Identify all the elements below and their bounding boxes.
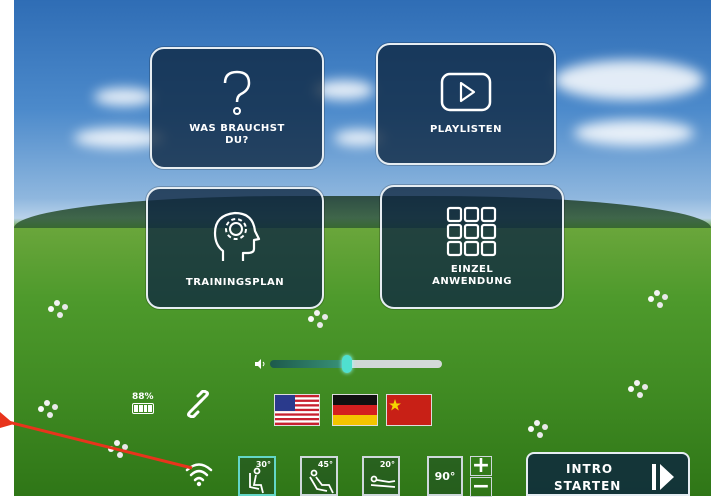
angle-display: 90° [427, 456, 463, 496]
flowers [634, 380, 640, 386]
seat-reclined-icon [309, 469, 334, 494]
volume-slider[interactable] [270, 355, 442, 373]
tile-label: TRAININGSPLAN [185, 277, 285, 288]
tree-line [14, 196, 711, 228]
flowers [654, 290, 660, 296]
speaker-icon [255, 359, 265, 369]
tile-label: ANWENDUNG [432, 276, 512, 287]
grid-icon [446, 206, 497, 257]
play-icon [440, 72, 492, 112]
flag-germany-button[interactable] [332, 394, 378, 426]
angle-decrease-button[interactable]: − [470, 476, 492, 498]
link-icon[interactable] [184, 390, 212, 418]
flag-usa-button[interactable] [274, 394, 320, 426]
intro-starten-button[interactable]: INTRO STARTEN [526, 452, 690, 496]
einzel-anwendung-tile[interactable]: EINZEL ANWENDUNG [380, 185, 564, 309]
tile-label: WAS BRAUCHST [189, 123, 285, 134]
seat-position-45-button[interactable]: 45° [300, 456, 338, 496]
cloud [574, 120, 694, 146]
seat-position-20-button[interactable]: 20° [362, 456, 400, 496]
playlisten-tile[interactable]: PLAYLISTEN [376, 43, 556, 165]
tile-label: PLAYLISTEN [429, 124, 503, 135]
trainingsplan-tile[interactable]: TRAININGSPLAN [146, 187, 324, 309]
seat-flat-icon [370, 475, 396, 488]
seat-position-30-button[interactable]: 30° [238, 456, 276, 496]
head-gear-icon [213, 211, 261, 261]
tile-label: EINZEL [450, 264, 494, 275]
flowers [534, 420, 540, 426]
flowers [54, 300, 60, 306]
battery-icon [132, 403, 154, 414]
intro-label: STARTEN [554, 479, 622, 493]
cloud [94, 88, 154, 106]
tile-label: DU? [225, 135, 249, 146]
flowers [114, 440, 120, 446]
seat-upright-icon [249, 467, 264, 494]
angle-increase-button[interactable]: + [470, 455, 492, 477]
flowers [314, 310, 320, 316]
volume-slider-handle[interactable] [342, 355, 353, 373]
question-mark-icon [223, 70, 251, 115]
battery-percent: 88% [132, 392, 154, 402]
cloud [554, 60, 704, 100]
play-next-icon [652, 464, 674, 490]
battery-status: 88% [132, 392, 154, 414]
flowers [44, 400, 50, 406]
was-brauchst-du-tile[interactable]: WAS BRAUCHST DU? [150, 47, 324, 169]
intro-label: INTRO [566, 462, 614, 476]
wifi-icon [185, 463, 213, 487]
flag-china-button[interactable] [386, 394, 432, 426]
